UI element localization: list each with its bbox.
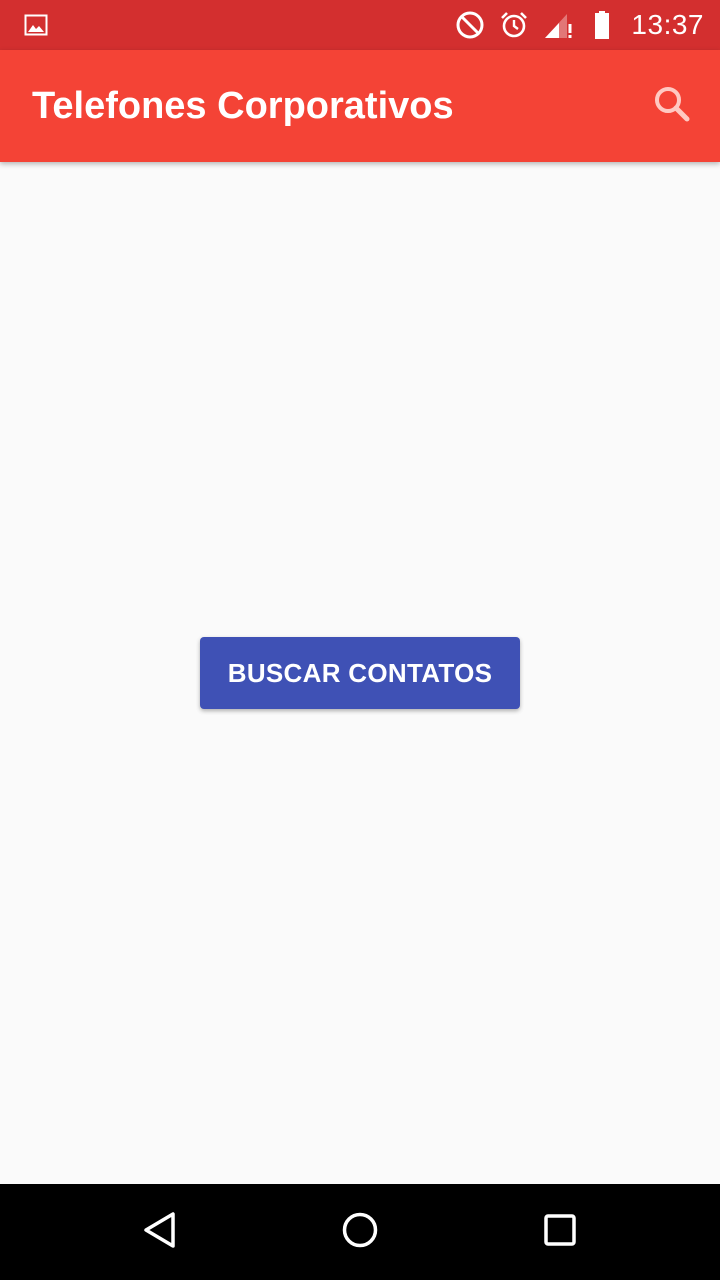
content-area: BUSCAR CONTATOS xyxy=(0,162,720,1184)
search-icon xyxy=(653,85,691,128)
app-bar: Telefones Corporativos xyxy=(0,50,720,162)
home-icon xyxy=(340,1210,380,1255)
screen: 13:37 Telefones Corporativos BUSCAR CONT… xyxy=(0,0,720,1280)
search-button[interactable] xyxy=(644,78,700,134)
status-time: 13:37 xyxy=(631,9,704,40)
alarm-icon xyxy=(499,10,529,40)
navigation-bar xyxy=(0,1184,720,1280)
back-icon xyxy=(140,1210,180,1255)
signal-icon xyxy=(543,10,573,40)
status-icons: 13:37 xyxy=(441,0,704,50)
image-icon xyxy=(24,13,48,37)
page-title: Telefones Corporativos xyxy=(32,85,454,127)
recent-apps-icon xyxy=(540,1210,580,1255)
status-bar: 13:37 xyxy=(0,0,720,50)
home-button[interactable] xyxy=(330,1202,390,1262)
search-contacts-button[interactable]: BUSCAR CONTATOS xyxy=(200,637,520,709)
recent-apps-button[interactable] xyxy=(530,1202,590,1262)
back-button[interactable] xyxy=(130,1202,190,1262)
do-not-disturb-icon xyxy=(455,10,485,40)
battery-icon xyxy=(587,10,617,40)
